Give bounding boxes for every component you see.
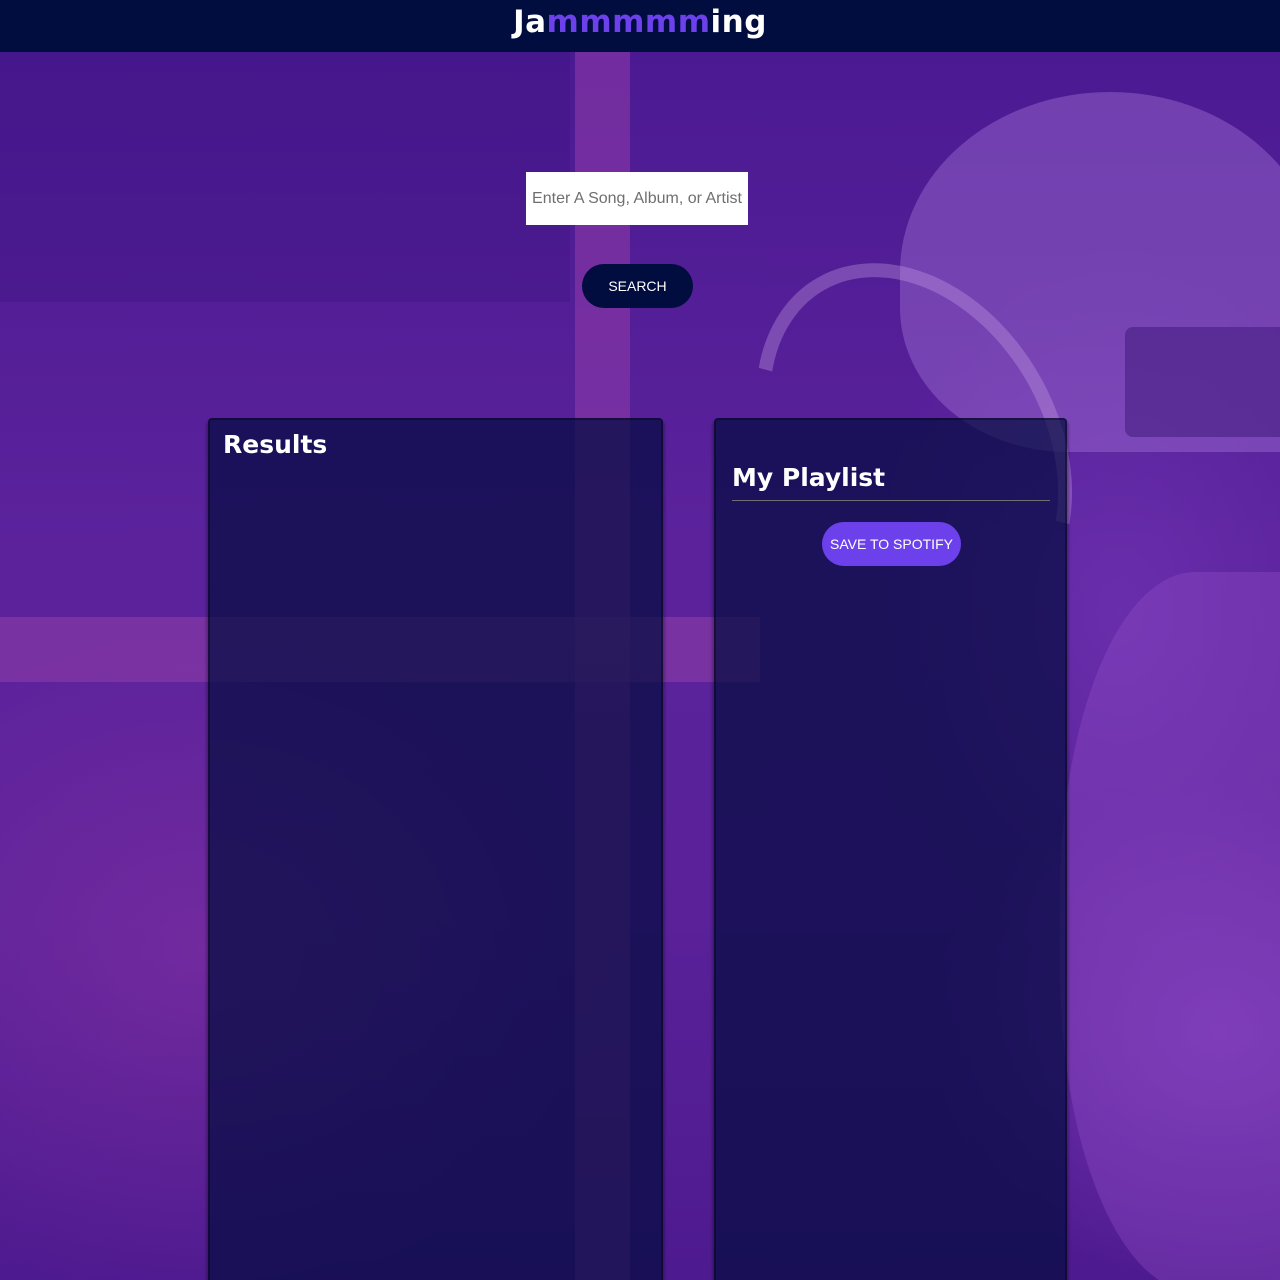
app-logo: Jammmmming bbox=[513, 2, 767, 42]
results-title: Results bbox=[223, 430, 328, 459]
playlist-panel: My Playlist SAVE TO SPOTIFY bbox=[714, 418, 1067, 1280]
logo-prefix: Ja bbox=[513, 4, 547, 40]
background-shadow bbox=[0, 52, 570, 302]
app-header: Jammmmming bbox=[0, 0, 1280, 52]
background-face bbox=[1060, 572, 1280, 1280]
save-to-spotify-button[interactable]: SAVE TO SPOTIFY bbox=[822, 522, 961, 566]
playlist-name-input[interactable]: My Playlist bbox=[732, 460, 1050, 501]
logo-highlight: mmmmm bbox=[546, 4, 711, 40]
logo-suffix: ing bbox=[710, 4, 767, 40]
search-button[interactable]: SEARCH bbox=[582, 264, 693, 308]
search-input[interactable] bbox=[526, 172, 748, 225]
results-panel: Results bbox=[208, 418, 663, 1280]
background-cap-band bbox=[1125, 327, 1280, 437]
